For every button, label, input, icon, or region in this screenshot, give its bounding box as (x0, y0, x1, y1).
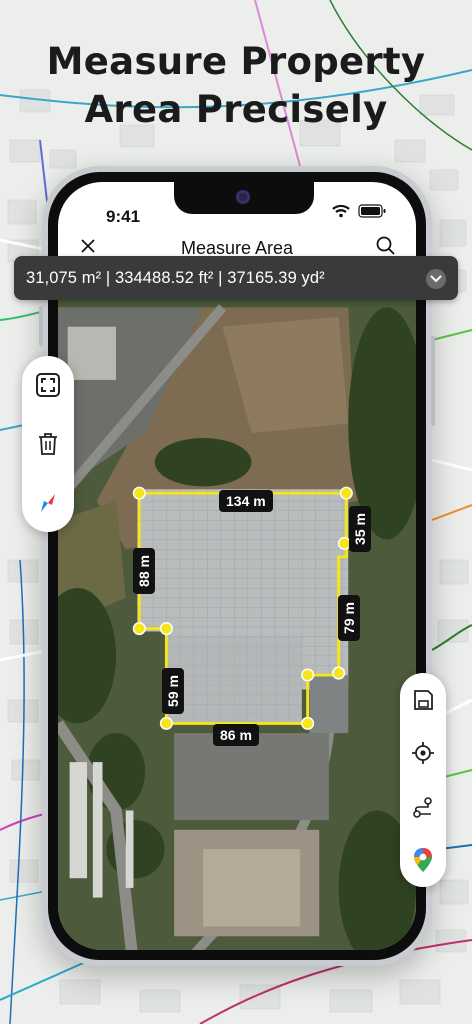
battery-icon (358, 204, 386, 218)
search-icon[interactable] (374, 234, 398, 258)
status-time: 9:41 (106, 207, 141, 226)
headline-line-2: Area Precisely (84, 88, 388, 131)
vertex-handle[interactable] (159, 622, 173, 636)
vertex-handle[interactable] (301, 716, 315, 730)
save-icon[interactable] (408, 685, 438, 715)
left-toolbar (22, 356, 74, 532)
vertex-handle[interactable] (159, 716, 173, 730)
vertex-handle[interactable] (301, 668, 315, 682)
satellite-map[interactable] (58, 296, 416, 950)
wifi-icon (332, 204, 350, 218)
notch (174, 182, 314, 214)
edge-label-right-top: 35 m (348, 506, 371, 552)
locate-icon[interactable] (408, 738, 438, 768)
trash-icon[interactable] (33, 429, 63, 459)
google-maps-icon[interactable] (408, 845, 438, 875)
fullscreen-icon[interactable] (33, 370, 63, 400)
vertex-handle[interactable] (132, 622, 146, 636)
headline-line-1: Measure Property (46, 40, 426, 83)
headline: Measure Property Area Precisely (0, 38, 472, 134)
compass-icon[interactable] (33, 488, 63, 518)
chevron-down-icon[interactable] (426, 269, 446, 289)
status-bar: 9:41 (58, 182, 416, 226)
right-toolbar (400, 673, 446, 887)
area-summary-text: 31,075 m² | 334488.52 ft² | 37165.39 yd² (26, 268, 325, 287)
status-icons (332, 204, 386, 218)
vertex-handle[interactable] (332, 666, 346, 680)
vertex-handle[interactable] (339, 486, 353, 500)
area-summary-banner[interactable]: 31,075 m² | 334488.52 ft² | 37165.39 yd² (14, 256, 458, 300)
edge-label-right: 79 m (337, 595, 360, 641)
edge-label-bottom: 86 m (213, 724, 259, 746)
phone-side-button (431, 336, 435, 426)
route-icon[interactable] (408, 792, 438, 822)
edge-label-left: 88 m (132, 548, 155, 594)
vertex-handle[interactable] (132, 486, 146, 500)
camera (236, 190, 250, 204)
edge-label-top: 134 m (219, 490, 273, 512)
edge-label-left-lower: 59 m (161, 668, 184, 714)
phone-side-button (39, 306, 43, 346)
